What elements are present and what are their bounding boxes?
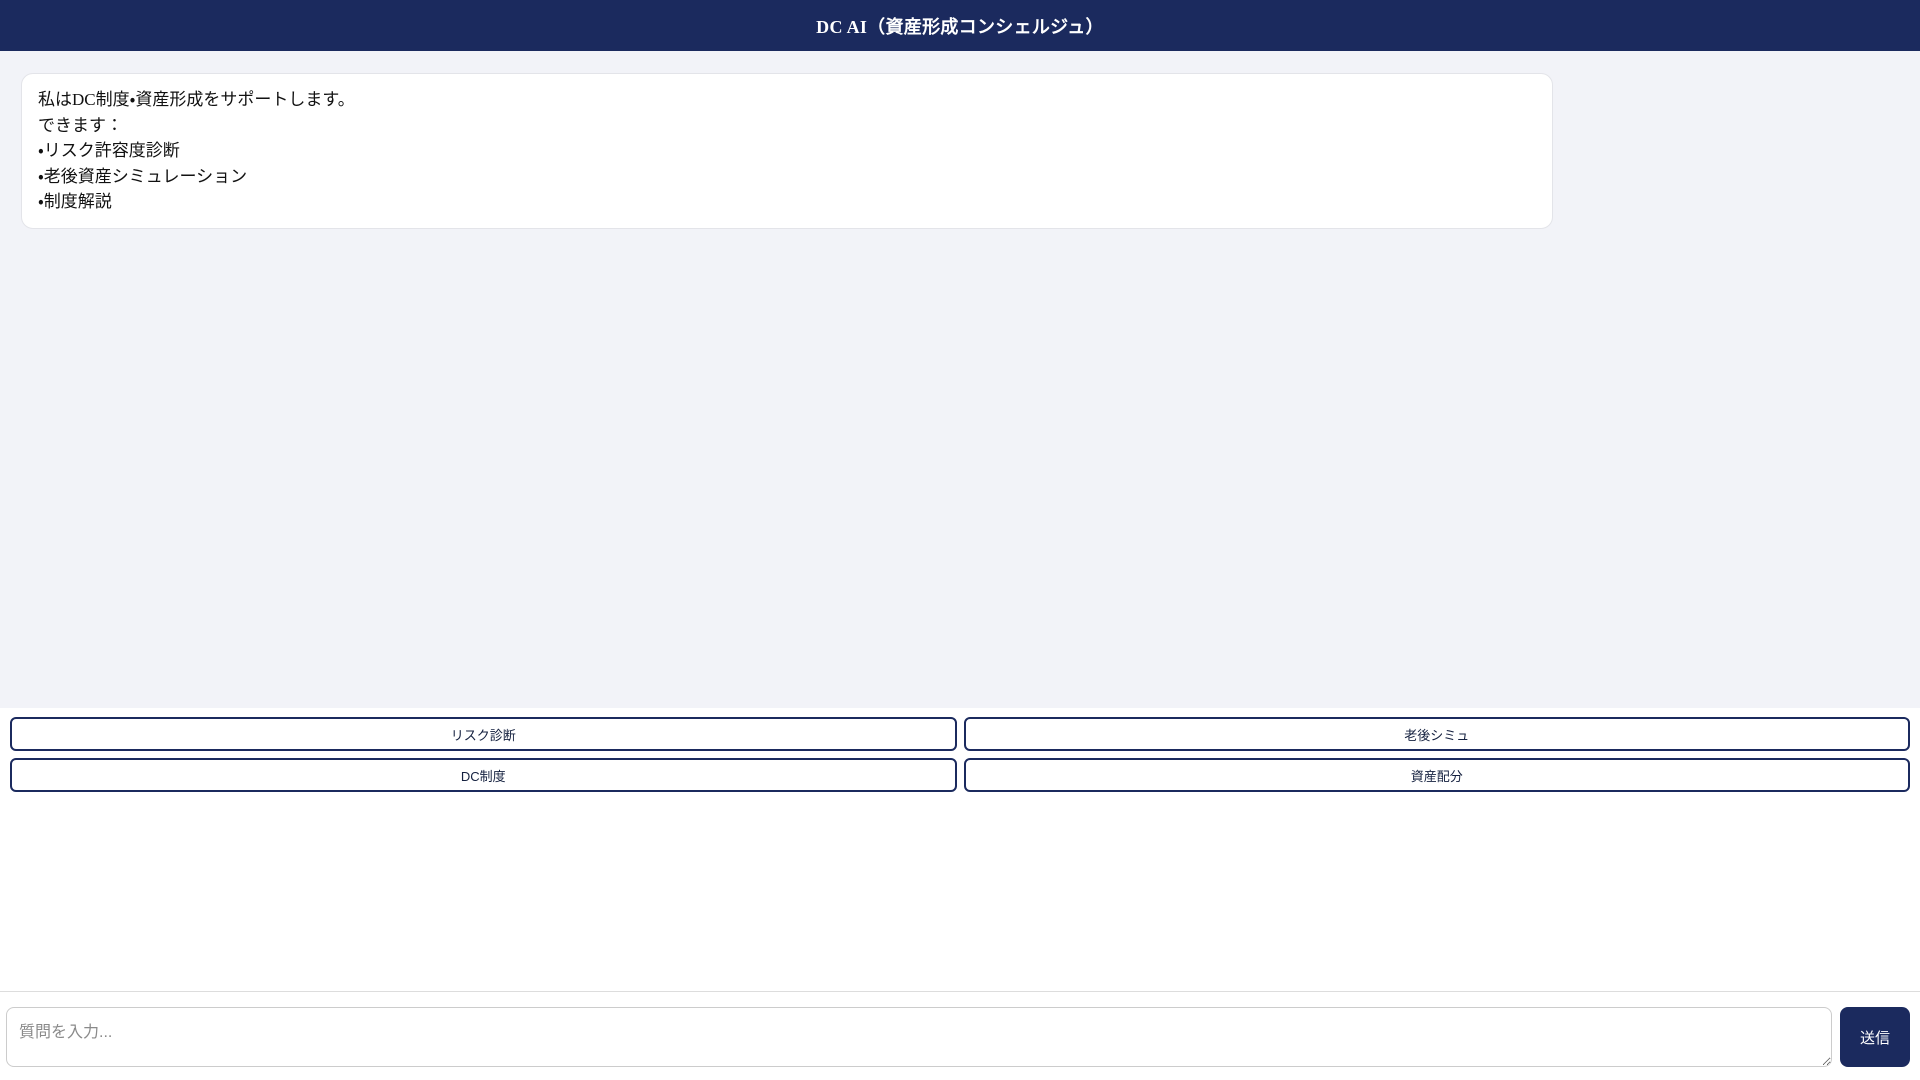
app-header: DC AI（資産形成コンシェルジュ） bbox=[0, 0, 1920, 51]
send-button[interactable]: 送信 bbox=[1840, 1007, 1910, 1067]
quick-action-risk-diagnosis[interactable]: リスク診断 bbox=[10, 717, 957, 751]
quick-action-dc-system[interactable]: DC制度 bbox=[10, 758, 957, 792]
quick-action-retirement-simulation[interactable]: 老後シミュ bbox=[963, 717, 1910, 751]
composer-bar: 送信 bbox=[0, 991, 1920, 1080]
app-title: DC AI（資産形成コンシェルジュ） bbox=[816, 16, 1104, 37]
chat-message-list[interactable]: 私はDC制度・資産形成をサポートします。 できます： ・リスク許容度診断 ・老後… bbox=[0, 51, 1920, 708]
quick-action-asset-allocation[interactable]: 資産配分 bbox=[963, 758, 1910, 792]
content-spacer bbox=[0, 800, 1920, 991]
question-input[interactable] bbox=[6, 1007, 1832, 1067]
assistant-message-bubble: 私はDC制度・資産形成をサポートします。 できます： ・リスク許容度診断 ・老後… bbox=[21, 73, 1553, 229]
quick-actions-panel: リスク診断 老後シミュ DC制度 資産配分 bbox=[0, 708, 1920, 800]
